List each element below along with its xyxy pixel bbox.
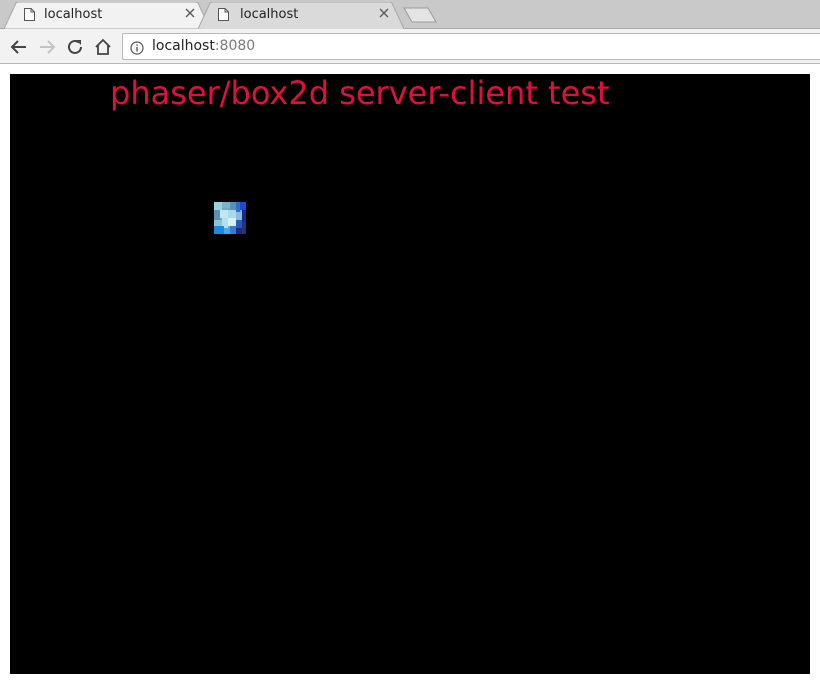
url-text[interactable]: localhost:8080 [152, 38, 255, 54]
close-tab-icon[interactable] [184, 7, 196, 19]
forward-arrow-icon [40, 40, 56, 54]
tab-title: localhost [44, 7, 103, 22]
game-canvas[interactable]: phaser/box2d server-client test [10, 74, 810, 674]
page-viewport: phaser/box2d server-client test [0, 64, 820, 686]
reload-button[interactable] [65, 37, 85, 57]
tab-localhost[interactable]: localhost [198, 2, 404, 29]
back-button[interactable] [9, 37, 29, 57]
box-sprite [214, 202, 246, 234]
page-icon [24, 8, 35, 21]
tab-title: localhost [240, 7, 299, 22]
tab-strip: localhost localhost [0, 0, 820, 29]
url-port: :8080 [214, 38, 256, 54]
new-tab-button[interactable] [400, 6, 440, 24]
box-sprite-icon [214, 202, 246, 234]
close-tab-icon[interactable] [378, 7, 390, 19]
address-bar[interactable]: localhost:8080 [122, 33, 820, 60]
back-arrow-icon [10, 40, 26, 54]
url-host: localhost [152, 38, 215, 54]
info-icon[interactable] [130, 40, 144, 55]
page-icon [218, 8, 229, 21]
forward-button[interactable] [37, 37, 57, 57]
home-icon [95, 38, 111, 55]
game-title: phaser/box2d server-client test [110, 74, 610, 112]
browser-toolbar: localhost:8080 [0, 29, 820, 64]
reload-icon [68, 39, 82, 54]
tab-localhost-active[interactable]: localhost [4, 2, 210, 29]
home-button[interactable] [93, 37, 113, 57]
